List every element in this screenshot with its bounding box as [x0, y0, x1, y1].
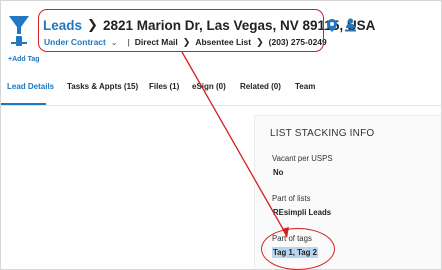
tab-lead-details[interactable]: Lead Details: [7, 82, 54, 91]
add-tag-button[interactable]: +Add Tag: [8, 56, 40, 63]
tab-related[interactable]: Related (0): [240, 82, 281, 91]
lists-value: REsimpli Leads: [273, 208, 332, 217]
annotation-rounded-box: [38, 9, 324, 52]
vacant-label: Vacant per USPS: [272, 154, 333, 163]
tab-team[interactable]: Team: [295, 82, 315, 91]
active-tab-indicator: [1, 103, 46, 105]
lists-label: Part of lists: [272, 194, 311, 203]
tab-esign[interactable]: eSign (0): [192, 82, 226, 91]
tab-files[interactable]: Files (1): [149, 82, 179, 91]
funnel-icon: [9, 16, 29, 46]
tab-tasks-appts[interactable]: Tasks & Appts (15): [67, 82, 138, 91]
panel-title: LIST STACKING INFO: [270, 128, 375, 139]
map-pin-icon[interactable]: [327, 19, 337, 32]
user-pin-icon[interactable]: [345, 18, 356, 32]
vacant-value: No: [273, 168, 284, 177]
annotation-ellipse: [261, 228, 335, 270]
